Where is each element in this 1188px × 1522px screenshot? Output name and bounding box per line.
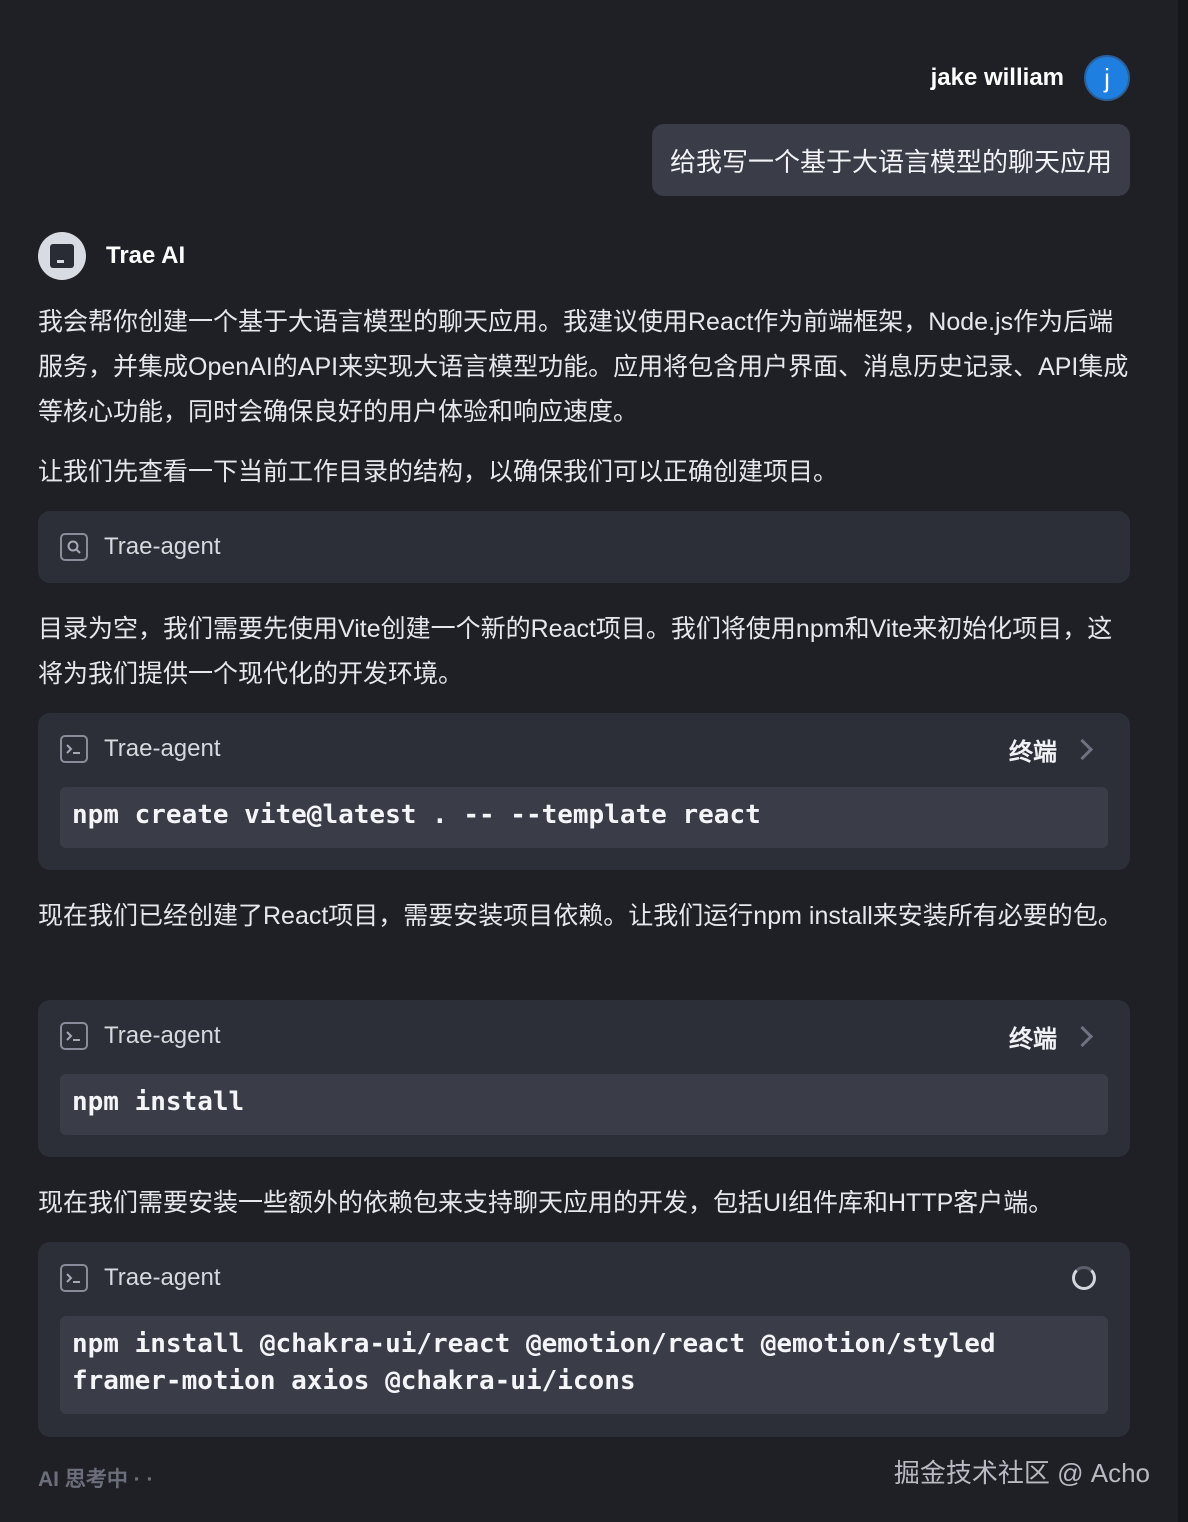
- terminal-label: 终端: [1009, 738, 1057, 766]
- assistant-message-intro: 我会帮你创建一个基于大语言模型的聊天应用。我建议使用React作为前端框架，No…: [38, 308, 1129, 426]
- tool-card-header: Trae-agent 终端: [60, 713, 1108, 785]
- chevron-right-icon: [1071, 1025, 1094, 1047]
- search-icon: [60, 533, 88, 561]
- user-name: jake william: [930, 64, 1064, 91]
- tool-name: Trae-agent: [104, 1264, 221, 1291]
- thinking-status: AI 思考中 · ·: [38, 1468, 154, 1491]
- tool-card-terminal: Trae-agent 终端 npm install: [38, 1000, 1130, 1157]
- terminal-icon: [60, 1022, 88, 1050]
- terminal-icon: [60, 735, 88, 763]
- trae-logo-icon: [38, 232, 86, 280]
- terminal-label: 终端: [1009, 1025, 1057, 1053]
- tool-status: [1072, 1266, 1108, 1290]
- tool-card-terminal-running: Trae-agent npm install @chakra-ui/react …: [38, 1242, 1130, 1437]
- tool-card-search[interactable]: Trae-agent: [38, 511, 1130, 583]
- tool-card-header: Trae-agent 终端: [60, 1000, 1108, 1072]
- command-block: npm install @chakra-ui/react @emotion/re…: [60, 1316, 1108, 1414]
- command-block: npm create vite@latest . -- --template r…: [60, 787, 1108, 848]
- tool-card-header: Trae-agent: [60, 511, 1108, 583]
- loading-spinner-icon: [1072, 1266, 1096, 1290]
- assistant-message-empty-dir: 目录为空，我们需要先使用Vite创建一个新的React项目。我们将使用npm和V…: [38, 615, 1113, 688]
- assistant-message-install-deps: 现在我们已经创建了React项目，需要安装项目依赖。让我们运行npm insta…: [38, 902, 1123, 930]
- tool-name: Trae-agent: [104, 735, 221, 762]
- tool-card-terminal: Trae-agent 终端 npm create vite@latest . -…: [38, 713, 1130, 870]
- tool-card-header: Trae-agent: [60, 1242, 1108, 1314]
- assistant-message-check-dir: 让我们先查看一下当前工作目录的结构，以确保我们可以正确创建项目。: [38, 458, 839, 486]
- open-terminal-button[interactable]: 终端: [1009, 732, 1108, 767]
- assistant-name: Trae AI: [106, 242, 186, 269]
- command-block: npm install: [60, 1074, 1108, 1135]
- assistant-header: Trae AI: [38, 232, 185, 280]
- tool-name: Trae-agent: [104, 533, 221, 560]
- user-message-bubble: 给我写一个基于大语言模型的聊天应用: [651, 124, 1130, 196]
- user-avatar[interactable]: j: [1084, 55, 1130, 101]
- assistant-message-extra-deps: 现在我们需要安装一些额外的依赖包来支持聊天应用的开发，包括UI组件库和HTTP客…: [38, 1189, 1054, 1217]
- terminal-icon: [60, 1264, 88, 1292]
- chevron-right-icon: [1071, 738, 1094, 760]
- window-edge: [1178, 0, 1188, 1522]
- tool-name: Trae-agent: [104, 1022, 221, 1049]
- user-header: jake william j: [931, 55, 1130, 101]
- watermark: 掘金技术社区 @ Acho: [893, 1458, 1150, 1488]
- open-terminal-button[interactable]: 终端: [1009, 1019, 1108, 1054]
